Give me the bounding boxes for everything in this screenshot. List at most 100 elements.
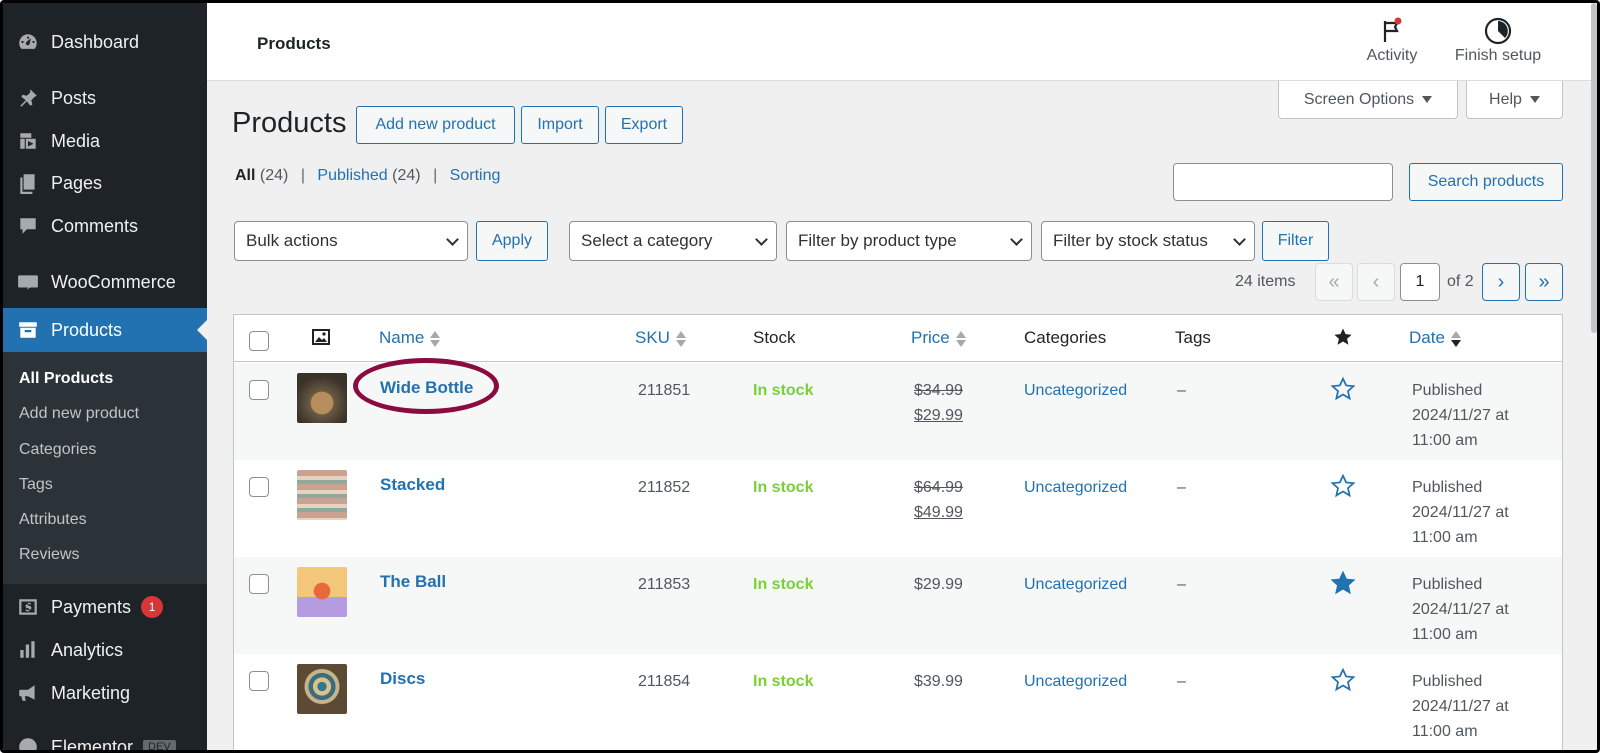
flag-icon — [1357, 17, 1427, 47]
product-name-link[interactable]: The Ball — [380, 572, 446, 592]
sale-price: $49.99 — [914, 504, 963, 521]
header-title: Products — [257, 34, 331, 53]
prev-page-button[interactable]: ‹ — [1357, 263, 1395, 301]
sale-price: $29.99 — [914, 407, 963, 424]
product-thumbnail[interactable] — [297, 567, 347, 617]
column-date[interactable]: Date — [1409, 328, 1461, 348]
date-time: 11:00 am — [1412, 432, 1478, 449]
view-sorting[interactable]: Sorting — [450, 167, 501, 184]
sidebar-item-label: Dashboard — [51, 31, 140, 52]
activity-button[interactable]: Activity — [1357, 17, 1427, 65]
product-price: $34.99 $29.99 — [914, 378, 963, 428]
product-type-select[interactable]: Filter by product type — [786, 221, 1032, 261]
product-thumbnail[interactable] — [297, 470, 347, 520]
sidebar-item-label: Analytics — [51, 639, 124, 660]
featured-star-icon[interactable] — [1330, 376, 1356, 402]
chevron-down-icon — [1010, 233, 1023, 246]
submenu-tags[interactable]: Tags — [19, 476, 53, 494]
sidebar-item-label: Elementor — [51, 736, 134, 753]
search-products-button[interactable]: Search products — [1409, 163, 1563, 201]
sidebar-item-marketing[interactable]: Marketing — [3, 671, 207, 715]
current-page-input[interactable]: 1 — [1400, 263, 1440, 301]
sidebar-item-media[interactable]: Media — [3, 119, 207, 163]
sidebar-item-woocommerce[interactable]: WooCommerce — [3, 260, 207, 304]
sidebar-item-label: WooCommerce — [51, 271, 176, 292]
scrollbar[interactable] — [1591, 3, 1597, 333]
column-sku[interactable]: SKU — [635, 328, 686, 348]
sidebar-item-pages[interactable]: Pages — [3, 161, 207, 205]
sidebar-item-elementor[interactable]: Elementor DEV — [3, 725, 207, 753]
featured-star-filled-icon[interactable] — [1330, 570, 1356, 596]
select-all-checkbox[interactable] — [249, 331, 269, 351]
sidebar-item-products[interactable]: Products — [3, 308, 207, 352]
bulk-actions-select[interactable]: Bulk actions — [234, 221, 468, 261]
sidebar-item-analytics[interactable]: Analytics — [3, 628, 207, 672]
table-row: Discs 211854 In stock $39.99 Uncategoriz… — [234, 654, 1562, 750]
view-all-count: (24) — [259, 167, 289, 184]
view-all[interactable]: All — [235, 167, 255, 184]
category-link[interactable]: Uncategorized — [1024, 475, 1127, 500]
row-checkbox[interactable] — [249, 671, 269, 691]
table-row: The Ball 211853 In stock $29.99 Uncatego… — [234, 557, 1562, 654]
sidebar-item-payments[interactable]: Payments 1 — [3, 585, 207, 629]
view-published[interactable]: Published — [317, 167, 387, 184]
next-page-button[interactable]: › — [1482, 263, 1520, 301]
row-checkbox[interactable] — [249, 574, 269, 594]
search-input[interactable] — [1173, 163, 1393, 201]
product-tags: – — [1177, 673, 1186, 690]
table-row: Stacked 211852 In stock $64.99 $49.99 Un… — [234, 460, 1562, 557]
submenu-add-new-product[interactable]: Add new product — [19, 405, 139, 423]
category-link[interactable]: Uncategorized — [1024, 669, 1127, 694]
add-new-product-button[interactable]: Add new product — [356, 106, 515, 144]
sort-desc-icon — [1450, 330, 1461, 348]
featured-star-icon[interactable] — [1330, 473, 1356, 499]
row-checkbox[interactable] — [249, 380, 269, 400]
import-button[interactable]: Import — [521, 106, 599, 144]
last-page-button[interactable]: » — [1525, 263, 1563, 301]
stock-status: In stock — [753, 673, 814, 690]
filter-button[interactable]: Filter — [1262, 221, 1329, 261]
apply-button[interactable]: Apply — [476, 221, 548, 261]
export-button[interactable]: Export — [605, 106, 683, 144]
progress-circle-icon — [1450, 17, 1546, 47]
sort-icon — [675, 330, 686, 348]
finish-setup-button[interactable]: Finish setup — [1450, 17, 1546, 65]
date-value: 2024/11/27 at — [1412, 601, 1509, 618]
category-link[interactable]: Uncategorized — [1024, 572, 1127, 597]
stock-status-select[interactable]: Filter by stock status — [1041, 221, 1255, 261]
product-sku: 211854 — [638, 673, 691, 690]
submenu-all-products[interactable]: All Products — [19, 370, 113, 388]
sidebar-item-label: Posts — [51, 87, 97, 108]
screen-options-label: Screen Options — [1303, 90, 1415, 108]
submenu-categories[interactable]: Categories — [19, 441, 96, 459]
sidebar-item-comments[interactable]: Comments — [3, 204, 207, 248]
chevron-down-icon — [1233, 233, 1246, 246]
category-link[interactable]: Uncategorized — [1024, 378, 1127, 403]
first-page-button[interactable]: « — [1315, 263, 1353, 301]
dollar-icon — [15, 596, 41, 618]
featured-star-icon[interactable] — [1330, 667, 1356, 693]
date-status: Published — [1412, 673, 1483, 690]
sidebar-item-posts[interactable]: Posts — [3, 76, 207, 120]
products-submenu: All Products Add new product Categories … — [3, 352, 207, 584]
submenu-reviews[interactable]: Reviews — [19, 546, 79, 564]
product-thumbnail[interactable] — [297, 664, 347, 714]
chevron-down-icon — [446, 233, 459, 246]
sidebar-item-dashboard[interactable]: Dashboard — [3, 20, 207, 64]
column-price[interactable]: Price — [911, 328, 966, 348]
product-name-link[interactable]: Stacked — [380, 475, 445, 495]
row-checkbox[interactable] — [249, 477, 269, 497]
column-name[interactable]: Name — [379, 328, 441, 348]
column-categories: Categories — [1024, 328, 1107, 347]
help-button[interactable]: Help — [1466, 81, 1563, 119]
help-label: Help — [1489, 90, 1522, 108]
screen-options-button[interactable]: Screen Options — [1278, 81, 1458, 119]
category-select[interactable]: Select a category — [569, 221, 777, 261]
product-thumbnail[interactable] — [297, 373, 347, 423]
product-sku: 211853 — [638, 576, 691, 593]
caret-down-icon — [1422, 96, 1433, 103]
column-stock: Stock — [753, 328, 796, 347]
submenu-attributes[interactable]: Attributes — [19, 511, 87, 529]
product-name-link[interactable]: Discs — [380, 669, 425, 689]
date-time: 11:00 am — [1412, 723, 1478, 740]
